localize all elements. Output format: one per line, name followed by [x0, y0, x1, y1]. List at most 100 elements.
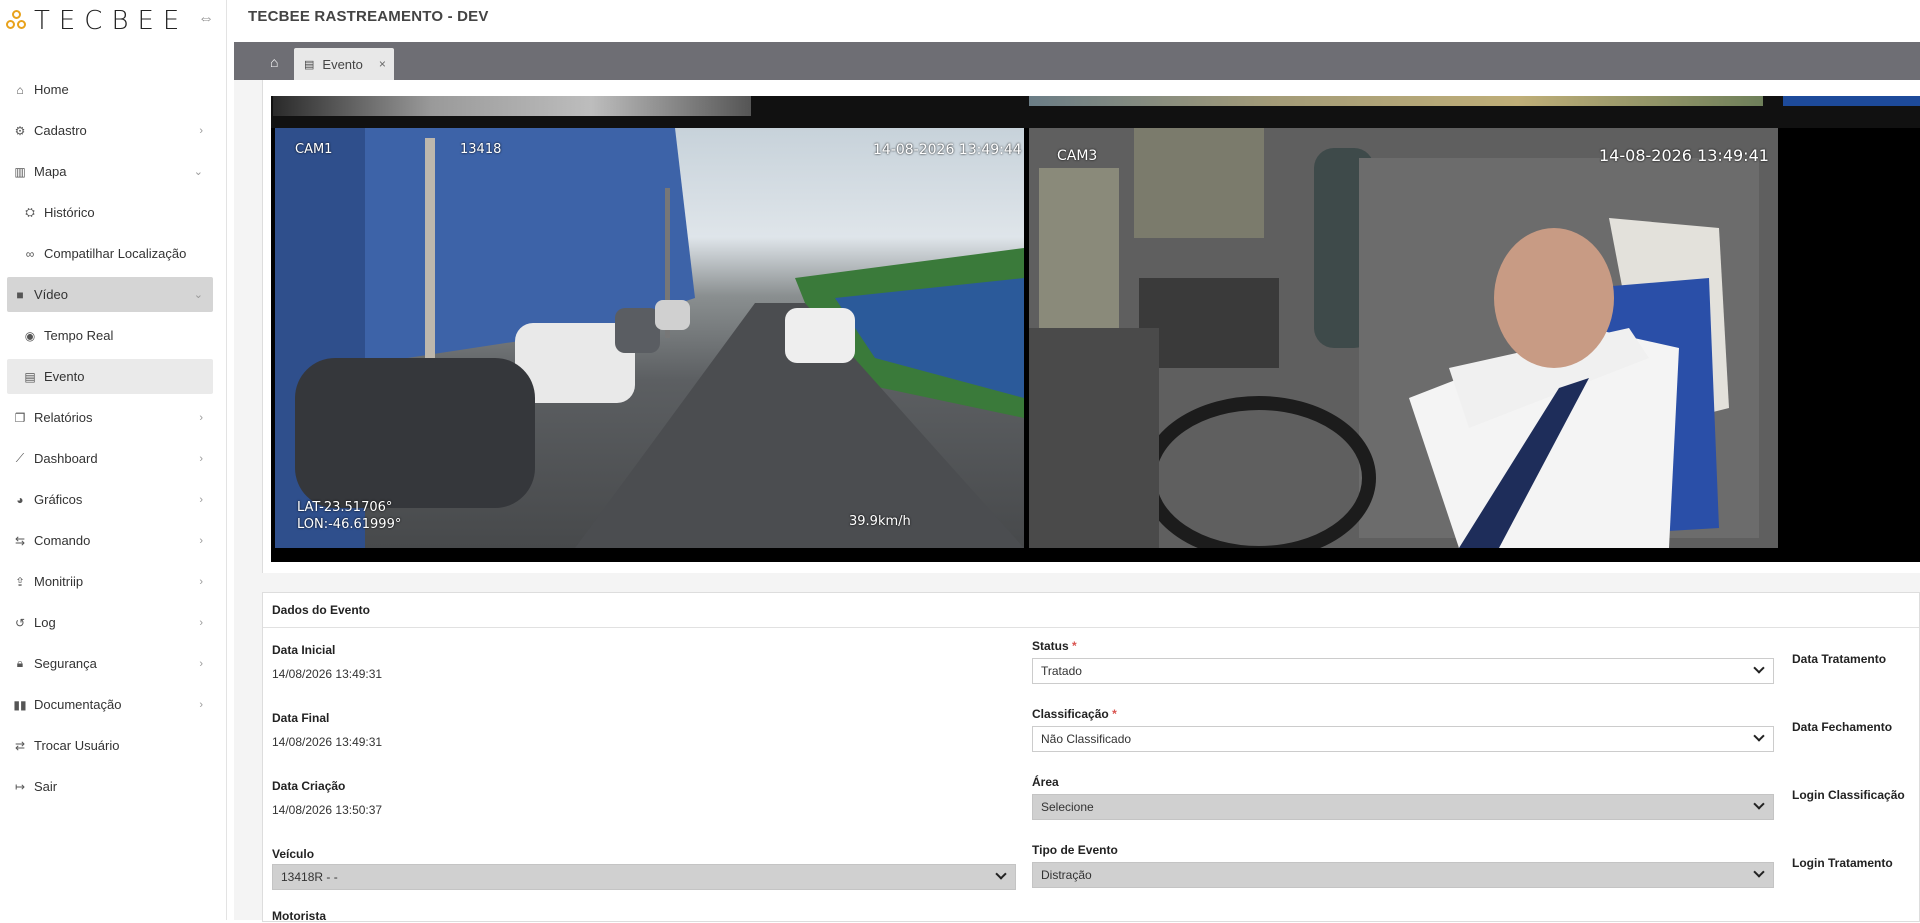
tab-close-icon[interactable]: ×: [379, 57, 386, 71]
camera-label: CAM3: [1057, 148, 1098, 164]
sidebar-item-log[interactable]: ↺ Log ›: [7, 605, 213, 640]
document-icon: ▤: [304, 58, 315, 71]
sidebar-item-relatorios[interactable]: ❐ Relatórios ›: [7, 400, 213, 435]
chevron-down-icon: [1753, 730, 1765, 742]
area-select[interactable]: Selecione: [1032, 794, 1774, 820]
status-label-text: Status: [1032, 639, 1069, 653]
sidebar-item-label: Histórico: [44, 205, 95, 220]
video-frame-edge: [1029, 96, 1763, 106]
line-chart-icon: ⟋: [15, 451, 25, 465]
tipo-evento-label: Tipo de Evento: [1032, 843, 1118, 857]
data-inicial-value: 14/08/2026 13:49:31: [272, 667, 383, 681]
swap-icon: ⇄: [14, 738, 26, 753]
sidebar-item-trocar-usuario[interactable]: ⇄ Trocar Usuário: [7, 728, 213, 763]
tab-evento[interactable]: ▤ Evento ×: [294, 48, 394, 80]
sidebar-item-label: Home: [34, 82, 69, 97]
history-icon: ⛭: [25, 205, 35, 219]
sidebar: TECBEE ⇔ ⌂ Home ⚙ Cadastro › ▥ Mapa ⌄ ⛭ Histórico…: [0, 0, 227, 920]
sidebar-item-documentacao[interactable]: ▮▮ Documentação ›: [7, 687, 213, 722]
sign-out-icon: ↦: [14, 779, 26, 794]
sidebar-item-label: Log: [34, 615, 56, 630]
sidebar-item-mapa[interactable]: ▥ Mapa ⌄: [7, 154, 213, 189]
required-marker: *: [1112, 707, 1117, 721]
video-top-strip: [271, 96, 1920, 128]
vehicle-id-label: 13418: [460, 142, 502, 157]
longitude-label: LON:-46.61999°: [297, 517, 402, 532]
login-tratamento-label: Login Tratamento: [1792, 856, 1893, 870]
sidebar-item-seguranca[interactable]: 🔒︎ Segurança ›: [7, 646, 213, 681]
sidebar-item-home[interactable]: ⌂ Home: [7, 72, 213, 107]
sidebar-item-label: Sair: [34, 779, 58, 794]
sidebar-item-tempo-real[interactable]: ◉ Tempo Real: [7, 318, 213, 353]
chevron-down-icon: [1753, 866, 1765, 878]
sidebar-item-dashboard[interactable]: ⟋ Dashboard ›: [7, 441, 213, 476]
sidebar-item-compatilhar-localizacao[interactable]: ∞ Compatilhar Localização: [7, 236, 213, 271]
chevron-down-icon: ⌄: [193, 289, 203, 301]
logo[interactable]: TECBEE: [6, 6, 188, 36]
logo-icon: [6, 10, 28, 32]
map-icon: ▥: [14, 164, 26, 179]
video-player[interactable]: CAM1 13418 14-08-2026 13:49:44 LAT-23.51…: [271, 96, 1920, 562]
camera-label: CAM1: [295, 142, 333, 157]
sidebar-item-label: Mapa: [34, 164, 67, 179]
sidebar-item-label: Segurança: [34, 656, 97, 671]
sidebar-item-graficos[interactable]: ◕ Gráficos ›: [7, 482, 213, 517]
sidebar-item-evento[interactable]: ▤ Evento: [7, 359, 213, 394]
veiculo-select-value: 13418R - -: [281, 870, 338, 884]
app-title: TECBEE RASTREAMENTO - DEV: [248, 8, 489, 25]
home-tab-icon[interactable]: ⌂: [270, 54, 278, 70]
required-marker: *: [1072, 639, 1077, 653]
sidebar-item-label: Gráficos: [34, 492, 83, 507]
area-select-value: Selecione: [1041, 800, 1094, 814]
sidebar-item-label: Documentação: [34, 697, 122, 712]
sidebar-item-comando[interactable]: ⇆ Comando ›: [7, 523, 213, 558]
link-icon: ∞: [25, 246, 35, 261]
veiculo-select[interactable]: 13418R - -: [272, 864, 1016, 890]
chevron-down-icon: ⌄: [193, 166, 203, 178]
veiculo-label: Veículo: [272, 847, 315, 861]
chevron-down-icon: [1753, 662, 1765, 674]
sidebar-toggle-icon[interactable]: ⇔: [198, 10, 214, 28]
latitude-label: LAT-23.51706°: [297, 500, 393, 515]
chevron-right-icon: ›: [199, 698, 203, 711]
home-icon: ⌂: [16, 82, 24, 97]
camera-road-view[interactable]: CAM1 13418 14-08-2026 13:49:44 LAT-23.51…: [275, 128, 1024, 548]
sidebar-item-monitriip[interactable]: ⇪ Monitriip ›: [7, 564, 213, 599]
brand-name: TECBEE: [34, 6, 189, 36]
sidebar-item-historico[interactable]: ⛭ Histórico: [7, 195, 213, 230]
chevron-right-icon: ›: [199, 616, 203, 629]
data-fechamento-label: Data Fechamento: [1792, 720, 1893, 734]
status-label: Status *: [1032, 639, 1077, 653]
exchange-icon: ⇆: [14, 533, 26, 548]
speed-label: 39.9km/h: [849, 514, 911, 529]
video-frame-edge: [273, 96, 751, 116]
timestamp-label: 14-08-2026 13:49:44: [873, 142, 1022, 158]
sidebar-item-label: Cadastro: [34, 123, 87, 138]
chevron-right-icon: ›: [199, 124, 203, 137]
video-icon: ■: [16, 287, 24, 302]
tipo-evento-select[interactable]: Distração: [1032, 862, 1774, 888]
data-criacao-label: Data Criação: [272, 779, 346, 793]
sidebar-item-cadastro[interactable]: ⚙ Cadastro ›: [7, 113, 213, 148]
area-label: Área: [1032, 775, 1059, 789]
sidebar-item-label: Evento: [44, 369, 85, 384]
sidebar-menu: ⌂ Home ⚙ Cadastro › ▥ Mapa ⌄ ⛭ Histórico ∞ Compatil…: [0, 66, 227, 804]
data-final-label: Data Final: [272, 711, 330, 725]
sidebar-item-label: Dashboard: [34, 451, 98, 466]
classificacao-label: Classificação *: [1032, 707, 1117, 721]
status-select-value: Tratado: [1041, 664, 1082, 678]
lock-icon: 🔒︎: [16, 656, 24, 670]
eye-icon: ◉: [24, 328, 36, 343]
camera-cabin-view[interactable]: CAM3 14-08-2026 13:49:41: [1029, 128, 1778, 548]
sidebar-item-label: Compatilhar Localização: [44, 246, 187, 261]
sidebar-item-sair[interactable]: ↦ Sair: [7, 769, 213, 804]
sidebar-item-video[interactable]: ■ Vídeo ⌄: [7, 277, 213, 312]
status-select[interactable]: Tratado: [1032, 658, 1774, 684]
top-bar: TECBEE RASTREAMENTO - DEV: [234, 0, 1920, 40]
share-icon: ⇪: [14, 574, 26, 589]
event-data-panel: Dados do Evento Data Inicial 14/08/2026 …: [262, 592, 1920, 923]
classificacao-select[interactable]: Não Classificado: [1032, 726, 1774, 752]
tab-label: Evento: [322, 56, 363, 72]
sidebar-item-label: Monitriip: [34, 574, 84, 589]
sidebar-item-label: Vídeo: [34, 287, 68, 302]
